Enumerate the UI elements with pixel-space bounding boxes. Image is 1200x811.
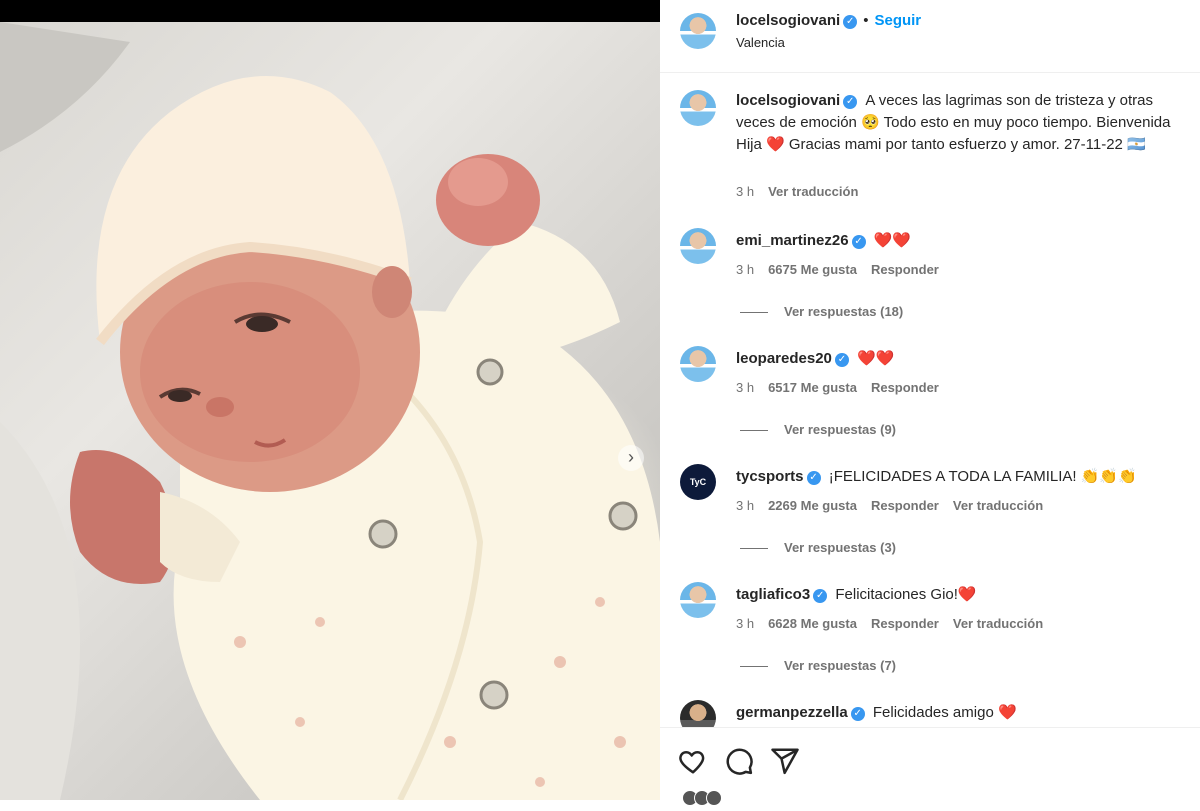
divider <box>740 430 768 432</box>
divider <box>740 548 768 550</box>
view-replies-button[interactable]: Ver respuestas (7) <box>740 658 896 673</box>
baby-photo <box>0 22 660 800</box>
comment-text: Felicidades amigo ❤️ <box>872 704 1017 721</box>
comment-meta: 3 h 2269 Me gusta Responder Ver traducción <box>736 498 1057 513</box>
carousel-next-button[interactable]: › <box>618 445 644 471</box>
verified-badge-icon: ✓ <box>834 353 849 367</box>
avatar[interactable] <box>680 582 716 618</box>
post-actions-bar <box>660 727 1200 806</box>
follow-button[interactable]: Seguir <box>874 12 921 29</box>
chevron-right-icon: › <box>628 447 634 467</box>
comment-body: tycsports ✓ ¡FELICIDADES A TODA LA FAMILI… <box>736 466 1192 488</box>
baby-photo-illustration <box>0 22 660 800</box>
avatar[interactable] <box>680 13 716 49</box>
post-media[interactable]: › <box>0 0 660 800</box>
avatar[interactable] <box>680 346 716 382</box>
share-icon[interactable] <box>770 746 800 776</box>
verified-badge-icon: ✓ <box>806 471 821 485</box>
caption-body: locelsogiovani ✓ A veces las lagrimas son… <box>736 90 1192 156</box>
verified-badge-icon: ✓ <box>850 707 865 721</box>
comment-username[interactable]: emi_martinez26 <box>736 232 849 249</box>
view-replies-button[interactable]: Ver respuestas (3) <box>740 540 896 555</box>
comment-likes[interactable]: 2269 Me gusta <box>768 498 857 513</box>
view-replies-label: Ver respuestas (18) <box>784 304 904 319</box>
comment-body: emi_martinez26 ✓ ❤️❤️ <box>736 230 1192 252</box>
avatar[interactable] <box>680 700 716 727</box>
comment-icon[interactable] <box>724 746 754 776</box>
separator-dot: • <box>863 12 869 29</box>
comment-likes[interactable]: 6675 Me gusta <box>768 262 857 277</box>
reply-button[interactable]: Responder <box>871 498 939 513</box>
verified-badge-icon: ✓ <box>851 235 866 249</box>
view-replies-label: Ver respuestas (3) <box>784 540 897 555</box>
caption-username[interactable]: locelsogiovani <box>736 92 840 109</box>
avatar[interactable]: TyC Sports <box>680 464 716 500</box>
comment-body: tagliafico3 ✓ Felicitaciones Gio!❤️ <box>736 584 1192 606</box>
comment-username[interactable]: germanpezzella <box>736 704 848 721</box>
comment-meta: 3 h 6628 Me gusta Responder Ver traducción <box>736 616 1057 631</box>
comment-likes[interactable]: 6517 Me gusta <box>768 380 857 395</box>
comment-body: germanpezzella ✓ Felicidades amigo ❤️ <box>736 702 1192 724</box>
verified-badge-icon: ✓ <box>813 589 828 603</box>
comment-time[interactable]: 3 h <box>736 616 754 631</box>
translate-link[interactable]: Ver traducción <box>953 498 1043 513</box>
comment-text: Felicitaciones Gio!❤️ <box>835 586 977 603</box>
comment-time[interactable]: 3 h <box>736 380 754 395</box>
avatar[interactable] <box>680 90 716 126</box>
view-replies-label: Ver respuestas (9) <box>784 422 897 437</box>
heart-icon[interactable] <box>678 746 708 776</box>
comment-text: ❤️❤️ <box>873 232 912 249</box>
view-replies-button[interactable]: Ver respuestas (9) <box>740 422 896 437</box>
verified-badge-icon: ✓ <box>843 95 858 109</box>
caption-time[interactable]: 3 h <box>736 184 754 199</box>
comments-list[interactable]: locelsogiovani ✓ A veces las lagrimas son… <box>660 72 1200 727</box>
comment-username[interactable]: tycsports <box>736 468 804 485</box>
comment-username[interactable]: leoparedes20 <box>736 350 832 367</box>
likers-avatars[interactable] <box>682 790 742 806</box>
reply-button[interactable]: Responder <box>871 262 939 277</box>
caption-meta: 3 h Ver traducción <box>736 184 872 199</box>
view-replies-button[interactable]: Ver respuestas (18) <box>740 304 903 319</box>
view-replies-label: Ver respuestas (7) <box>784 658 897 673</box>
avatar[interactable] <box>680 228 716 264</box>
comment-text: ¡FELICIDADES A TODA LA FAMILIA! 👏👏👏 <box>828 468 1137 485</box>
divider <box>740 666 768 668</box>
comment-text: ❤️❤️ <box>857 350 895 367</box>
translate-link[interactable]: Ver traducción <box>768 184 858 199</box>
comment-time[interactable]: 3 h <box>736 498 754 513</box>
verified-badge-icon: ✓ <box>843 15 858 29</box>
author-username[interactable]: locelsogiovani <box>736 12 840 29</box>
avatar <box>706 790 722 806</box>
translate-link[interactable]: Ver traducción <box>953 616 1043 631</box>
comment-username[interactable]: tagliafico3 <box>736 586 810 603</box>
comment-meta: 3 h 6675 Me gusta Responder <box>736 262 953 277</box>
comment-likes[interactable]: 6628 Me gusta <box>768 616 857 631</box>
comment-body: leoparedes20 ✓ ❤️❤️ <box>736 348 1192 370</box>
reply-button[interactable]: Responder <box>871 380 939 395</box>
post-header: locelsogiovani ✓ • Seguir Valencia <box>660 0 1200 73</box>
divider <box>740 312 768 314</box>
comment-time[interactable]: 3 h <box>736 262 754 277</box>
comment-meta: 3 h 6517 Me gusta Responder <box>736 380 953 395</box>
post-side-panel: locelsogiovani ✓ • Seguir Valencia locelsog… <box>660 0 1200 806</box>
post-location[interactable]: Valencia <box>736 35 785 50</box>
post-author: locelsogiovani ✓ • Seguir <box>736 12 921 29</box>
reply-button[interactable]: Responder <box>871 616 939 631</box>
